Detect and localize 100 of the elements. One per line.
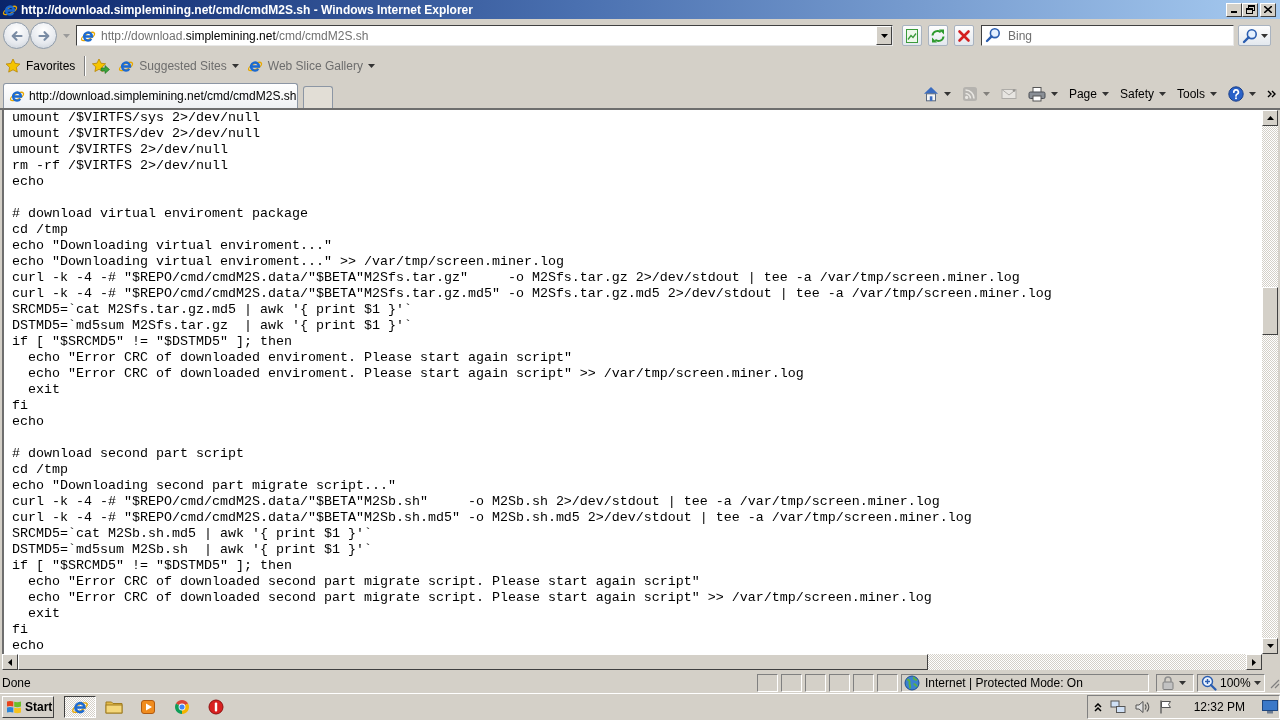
code-line: curl -k -4 -# "$REPO/cmd/cmdM2S.data/"$BETA"M2Sb.sh.md5" -o M2Sb.sh.md5 2>/dev/stdout | tee -a /var/tmp/screen.miner.log xyxy=(12,510,972,526)
envelope-icon xyxy=(1000,86,1017,102)
favorites-link[interactable]: Web Slice Gallery xyxy=(246,58,375,74)
favorites-link[interactable]: Suggested Sites xyxy=(118,58,239,74)
help-button[interactable] xyxy=(1228,86,1256,102)
back-button[interactable] xyxy=(3,22,30,49)
caret-icon xyxy=(62,33,70,38)
print-button[interactable] xyxy=(1027,86,1058,102)
address-field[interactable]: http://download.simplemining.net/cmd/cmdM2S.sh xyxy=(76,25,893,46)
code-line: echo xyxy=(12,414,44,430)
search-field[interactable]: Bing xyxy=(981,25,1234,46)
monitor-icon xyxy=(1262,700,1278,714)
menu-button[interactable]: Safety xyxy=(1119,87,1166,101)
show-hidden-icons-button[interactable] xyxy=(1093,702,1102,712)
code-line: echo xyxy=(12,638,44,654)
star-icon xyxy=(5,58,21,74)
scroll-left-button[interactable] xyxy=(2,654,18,670)
menu-button[interactable]: Page xyxy=(1068,87,1109,101)
code-line: cd /tmp xyxy=(12,462,68,478)
left-triangle-icon xyxy=(8,658,12,666)
code-line: curl -k -4 -# "$REPO/cmd/cmdM2S.data/"$BETA"M2Sfs.tar.gz" -o M2Sfs.tar.gz 2>/dev/stdout | tee -a /var/tmp/screen.miner.log xyxy=(12,270,1020,286)
code-line: echo "Downloading virtual enviroment..." >> /var/tmp/screen.miner.log xyxy=(12,254,564,270)
restore-button[interactable] xyxy=(1242,2,1258,17)
help-icon xyxy=(1228,86,1244,102)
up-triangle-icon xyxy=(1266,116,1274,120)
favorites-button[interactable]: Favorites xyxy=(5,58,76,74)
code-line: echo "Error CRC of downloaded second part migrate script. Please start again script" xyxy=(28,574,700,590)
show-desktop-button[interactable] xyxy=(1261,697,1279,717)
play-icon xyxy=(140,699,156,715)
folder-icon xyxy=(105,699,123,715)
status-pane xyxy=(829,673,850,692)
code-line: DSTMD5=`md5sum M2Sb.sh | awk '{ print $1 }'` xyxy=(12,542,372,558)
status-pane xyxy=(781,673,802,692)
code-line: echo "Error CRC of downloaded enviroment. Please start again script" >> /var/tmp/screen.miner.log xyxy=(28,366,804,382)
code-line: curl -k -4 -# "$REPO/cmd/cmdM2S.data/"$BETA"M2Sfs.tar.gz.md5" -o M2Sfs.tar.gz.md5 2>/dev/stdout | tee -a /var/tmp/screen.miner.log xyxy=(12,286,1052,302)
window-title: http://download.simplemining.net/cmd/cmdM2S.sh - Windows Internet Explorer xyxy=(21,2,473,17)
code-line: echo xyxy=(12,174,44,190)
search-icon xyxy=(985,27,1001,43)
taskbar-button[interactable] xyxy=(64,696,96,718)
caret-icon xyxy=(1050,92,1058,96)
code-line: echo "Error CRC of downloaded enviroment. Please start again script" xyxy=(28,350,572,366)
broken-page-icon xyxy=(904,27,920,44)
minimize-button[interactable] xyxy=(1226,2,1242,17)
home-button[interactable] xyxy=(922,86,951,102)
close-button[interactable] xyxy=(1260,2,1276,17)
double-chevron-icon xyxy=(1267,90,1277,98)
scrollbar-thumb[interactable] xyxy=(1262,287,1278,335)
browser-tab[interactable]: http://download.simplemining.net/cmd/cmdM2S.sh xyxy=(3,83,298,108)
security-button[interactable] xyxy=(1156,673,1194,692)
zoom-icon xyxy=(1201,674,1217,691)
refresh-button[interactable] xyxy=(928,25,948,46)
status-pane xyxy=(757,673,778,692)
compatibility-view-button[interactable] xyxy=(902,25,922,46)
browser-logo-icon xyxy=(118,58,135,74)
printer-icon xyxy=(1027,86,1046,102)
code-line: # download second part script xyxy=(12,446,244,462)
caret-icon xyxy=(231,64,239,68)
start-button[interactable]: Start xyxy=(2,696,54,718)
search-button[interactable] xyxy=(1238,25,1271,46)
network-icon[interactable] xyxy=(1109,699,1126,715)
caret-icon xyxy=(1159,92,1166,96)
status-pane xyxy=(853,673,874,692)
scroll-right-button[interactable] xyxy=(1246,654,1262,670)
caret-icon xyxy=(880,33,888,38)
speaker-icon[interactable] xyxy=(1133,699,1150,715)
code-line: # download virtual enviroment package xyxy=(12,206,308,222)
forward-button[interactable] xyxy=(30,22,57,49)
code-line: if [ "$SRCMD5" != "$DSTMD5" ]; then xyxy=(12,334,292,350)
clock: 12:32 PM xyxy=(1193,700,1245,714)
code-line: curl -k -4 -# "$REPO/cmd/cmdM2S.data/"$BETA"M2Sb.sh" -o M2Sb.sh 2>/dev/stdout | tee -a /var/tmp/screen.miner.log xyxy=(12,494,940,510)
scroll-down-button[interactable] xyxy=(1262,638,1278,654)
status-pane xyxy=(877,673,898,692)
code-line: umount /$VIRTFS/dev 2>/dev/null xyxy=(12,126,260,142)
feed-icon xyxy=(961,86,978,102)
code-line: fi xyxy=(12,622,28,638)
double-up-caret-icon xyxy=(1093,702,1102,712)
code-line: SRCMD5=`cat M2Sfs.tar.gz.md5 | awk '{ print $1 }'` xyxy=(12,302,412,318)
search-icon xyxy=(1242,27,1258,44)
scroll-up-button[interactable] xyxy=(1262,110,1278,126)
stop-button[interactable] xyxy=(954,25,974,46)
address-dropdown-button[interactable] xyxy=(876,26,892,45)
circle-bar-icon xyxy=(208,699,224,715)
caret-icon xyxy=(1254,680,1261,685)
zoom-button[interactable]: 100% xyxy=(1197,673,1265,692)
home-icon xyxy=(922,86,939,102)
windows-flag-icon xyxy=(6,699,22,715)
flag-icon[interactable] xyxy=(1157,699,1174,715)
caret-icon xyxy=(1249,92,1256,96)
caret-icon xyxy=(1179,680,1186,685)
more-commands-button[interactable] xyxy=(1267,90,1277,98)
circle-logo-icon xyxy=(174,699,190,715)
menu-button[interactable]: Tools xyxy=(1177,87,1217,101)
status-text: Done xyxy=(2,675,31,690)
zone-text: Internet | Protected Mode: On xyxy=(925,675,1083,690)
add-to-favorites-button[interactable] xyxy=(92,58,111,74)
code-line: SRCMD5=`cat M2Sb.sh.md5 | awk '{ print $1 }'` xyxy=(12,526,372,542)
scrollbar-thumb[interactable] xyxy=(18,654,928,670)
caret-icon xyxy=(1210,92,1217,96)
right-triangle-icon xyxy=(1252,658,1256,666)
browser-logo-icon xyxy=(9,88,25,104)
